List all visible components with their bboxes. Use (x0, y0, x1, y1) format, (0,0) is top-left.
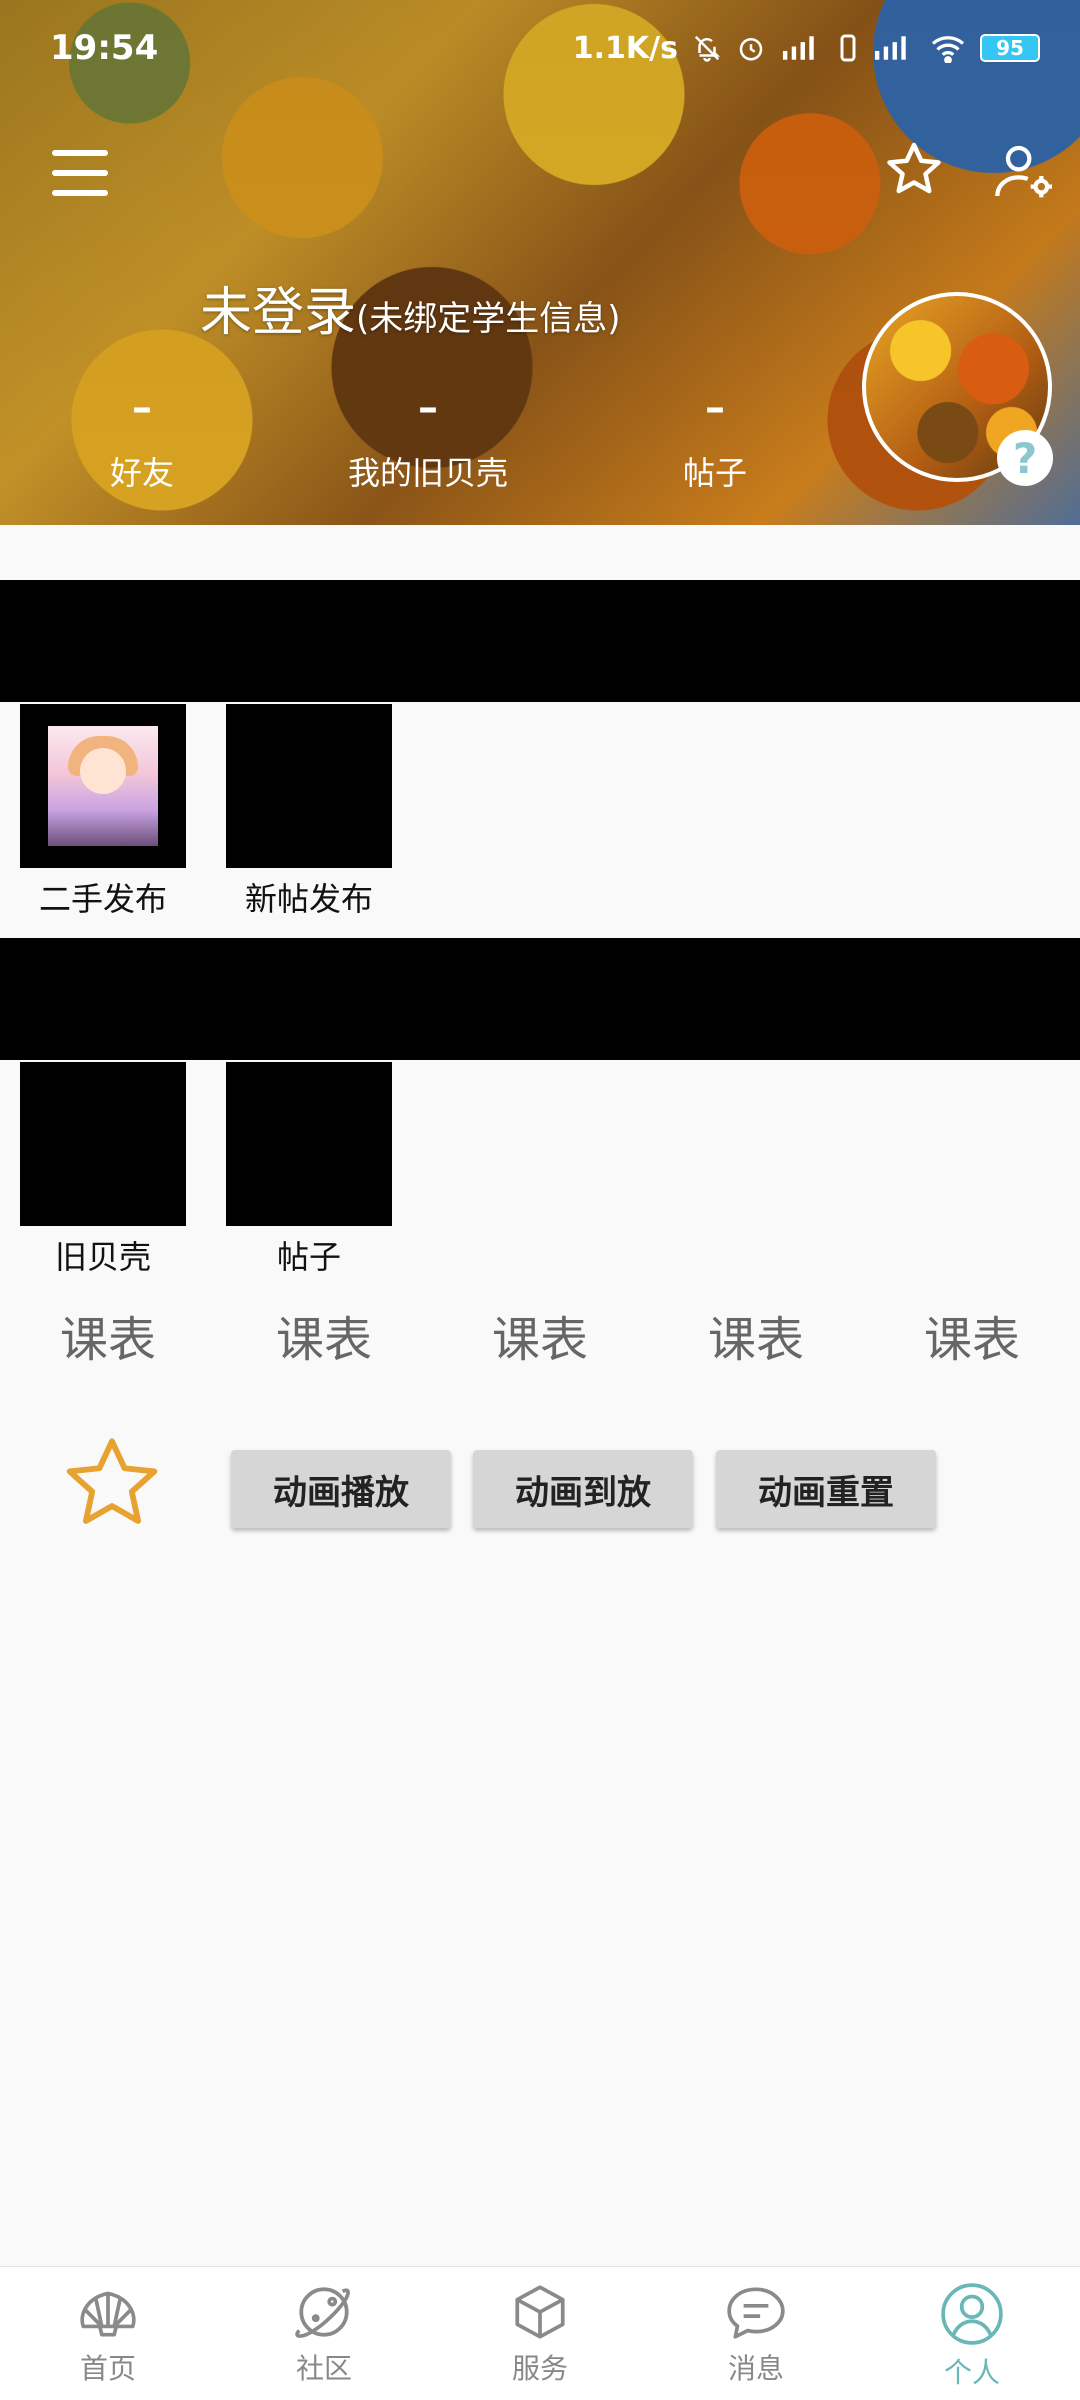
alarm-icon (739, 38, 763, 61)
my-shells-tile[interactable]: 旧贝壳 (20, 1062, 186, 1278)
status-time: 19:54 (50, 28, 159, 68)
stat-friends-label: 好友 (109, 454, 174, 492)
status-icons: 1.1K/s 95 (573, 31, 1040, 66)
cube-icon (515, 2285, 565, 2339)
stat-shells[interactable]: – 我的旧贝壳 (298, 388, 558, 494)
animated-star-icon[interactable] (58, 1430, 166, 1538)
nav-messages[interactable]: 消息 (648, 2267, 864, 2400)
bell-off-icon (694, 35, 721, 62)
my-posts-tile[interactable]: 帖子 (226, 1062, 392, 1278)
login-title: 未登录 (200, 283, 357, 343)
my-shells-image (20, 1062, 186, 1226)
planet-icon (295, 2287, 350, 2338)
nav-profile-label: 个人 (943, 2356, 1000, 2389)
nav-home-label: 首页 (79, 2352, 136, 2385)
wifi-icon (931, 36, 965, 63)
stat-shells-label: 我的旧贝壳 (347, 454, 508, 492)
nav-community[interactable]: 社区 (216, 2267, 432, 2400)
stat-friends[interactable]: – 好友 (12, 388, 272, 494)
animation-play-button[interactable]: 动画播放 (231, 1450, 451, 1528)
nav-home[interactable]: 首页 (0, 2267, 216, 2400)
schedule-row: 课表 课表 课表 课表 课表 (0, 1300, 1080, 1370)
my-posts-label: 帖子 (276, 1238, 341, 1276)
status-bar: 19:54 1.1K/s 95 (0, 0, 1080, 96)
chat-icon (727, 2287, 785, 2339)
stat-shells-value: – (418, 385, 438, 431)
bottom-nav: 首页 社区 服务 消息 个人 (0, 2266, 1080, 2400)
schedule-item[interactable]: 课表 (864, 1300, 1080, 1370)
second-hand-publish-label: 二手发布 (38, 880, 167, 918)
student-binding-note: (未绑定学生信息) (356, 299, 621, 339)
new-post-publish-label: 新帖发布 (244, 880, 373, 918)
schedule-item[interactable]: 课表 (432, 1300, 648, 1370)
stat-posts-value: – (705, 385, 725, 431)
menu-icon[interactable] (52, 148, 108, 198)
signal-icon-2 (874, 36, 906, 60)
anime-girl-thumbnail (48, 726, 158, 846)
network-speed: 1.1K/s (572, 30, 678, 66)
login-status[interactable]: 未登录(未绑定学生信息) (200, 270, 621, 345)
stat-friends-value: – (132, 385, 152, 431)
signal-icon (782, 36, 814, 60)
shell-icon (80, 2291, 136, 2337)
schedule-item[interactable]: 课表 (216, 1300, 432, 1370)
mine-section-header (0, 938, 1080, 1060)
stat-posts-label: 帖子 (682, 454, 747, 492)
my-posts-image (226, 1062, 392, 1226)
nav-services-label: 服务 (511, 2352, 568, 2385)
schedule-item[interactable]: 课表 (0, 1300, 216, 1370)
nav-messages-label: 消息 (727, 2352, 784, 2385)
new-post-publish-image (226, 704, 392, 868)
nav-services[interactable]: 服务 (432, 2267, 648, 2400)
animation-reset-button[interactable]: 动画重置 (716, 1450, 936, 1528)
animation-reverse-button[interactable]: 动画到放 (473, 1450, 693, 1528)
stat-posts[interactable]: – 帖子 (585, 388, 845, 494)
sim-icon (840, 34, 856, 62)
publish-section-header (0, 580, 1080, 702)
person-icon (941, 2283, 1003, 2345)
my-shells-label: 旧贝壳 (54, 1238, 151, 1276)
profile-page: 19:54 1.1K/s 95 未登录(未绑定学生信息) – 好友 – 我的旧贝… (0, 0, 1080, 2400)
second-hand-publish-image (20, 704, 186, 868)
user-settings-icon[interactable] (992, 140, 1056, 204)
second-hand-publish-tile[interactable]: 二手发布 (20, 704, 186, 920)
new-post-publish-tile[interactable]: 新帖发布 (226, 704, 392, 920)
favorite-star-icon[interactable] (884, 140, 944, 200)
battery-indicator: 95 (980, 34, 1040, 62)
nav-community-label: 社区 (295, 2352, 352, 2385)
schedule-item[interactable]: 课表 (648, 1300, 864, 1370)
nav-profile[interactable]: 个人 (864, 2267, 1080, 2400)
help-badge[interactable]: ? (997, 430, 1053, 486)
